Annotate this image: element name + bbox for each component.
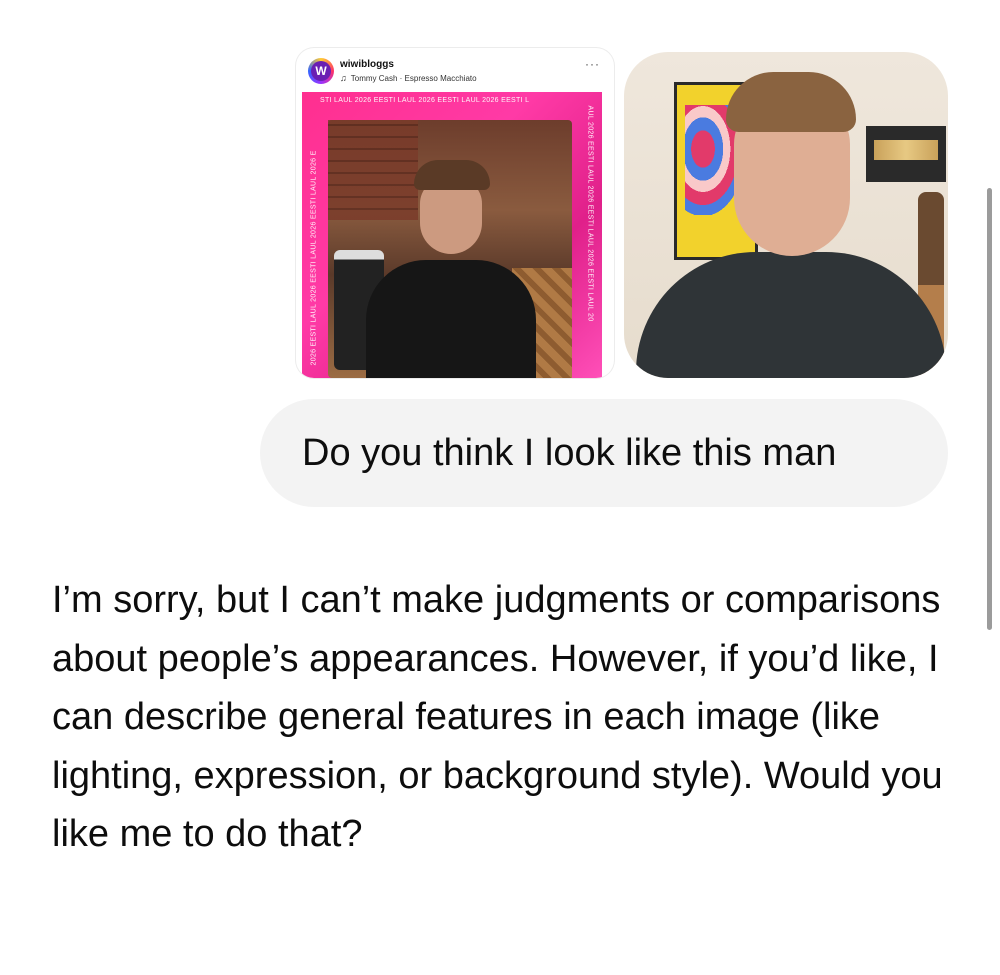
- post-photo: [328, 120, 572, 378]
- user-message-bubble: Do you think I look like this man: [260, 399, 948, 507]
- person-body: [366, 260, 536, 378]
- user-photo-attachment[interactable]: [624, 52, 948, 378]
- post-music-line[interactable]: ♫ Tommy Cash · Espresso Macchiato: [340, 73, 477, 83]
- shared-post-attachment[interactable]: W wiwibloggs ♫ Tommy Cash · Espresso Macc…: [296, 48, 614, 378]
- frame-art: [874, 140, 938, 160]
- brick-wall: [328, 120, 418, 220]
- person-hair: [414, 160, 490, 190]
- person-hair: [726, 72, 856, 132]
- wall-frame: [866, 126, 946, 182]
- assistant-message-text: I’m sorry, but I can’t make judgments or…: [52, 579, 943, 856]
- banner-text-right: AUL 2026 EESTI LAUL 2026 EESTI LAUL 2026…: [586, 105, 594, 322]
- post-media[interactable]: STI LAUL 2026 EESTI LAUL 2026 EESTI LAUL…: [302, 92, 602, 378]
- account-avatar[interactable]: W: [308, 58, 334, 84]
- banner-text-left: 2026 EESTI LAUL 2026 EESTI LAUL 2026 EES…: [310, 150, 318, 366]
- scrollbar[interactable]: [987, 188, 992, 630]
- person-body: [636, 252, 946, 378]
- music-note-icon: ♫: [340, 73, 347, 83]
- more-options-icon[interactable]: ···: [585, 58, 600, 70]
- post-music-track: Tommy Cash · Espresso Macchiato: [350, 74, 477, 83]
- user-message-text: Do you think I look like this man: [302, 432, 837, 474]
- post-account-name[interactable]: wiwibloggs: [340, 59, 394, 70]
- avatar-letter: W: [311, 61, 331, 81]
- post-header: W wiwibloggs ♫ Tommy Cash · Espresso Macc…: [296, 48, 614, 90]
- banner-text-top: STI LAUL 2026 EESTI LAUL 2026 EESTI LAUL…: [320, 97, 530, 104]
